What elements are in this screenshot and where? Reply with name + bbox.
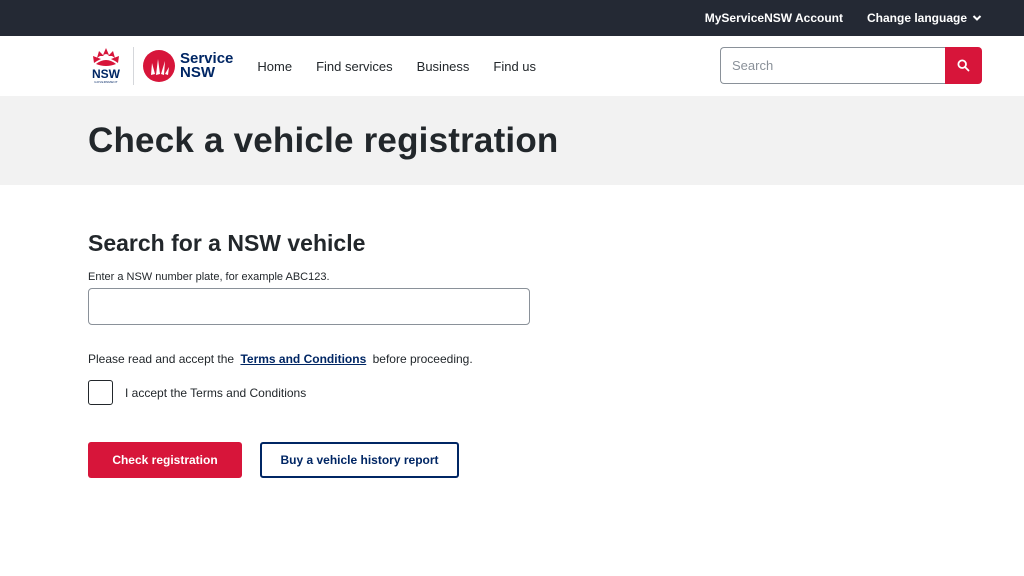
nav-find-us[interactable]: Find us xyxy=(493,59,536,74)
accept-terms-row: I accept the Terms and Conditions xyxy=(88,380,1024,405)
nsw-government-logo[interactable]: NSW GOVERNMENT xyxy=(88,46,124,86)
terms-prefix: Please read and accept the xyxy=(88,352,235,366)
site-header: NSW GOVERNMENT Service NSW Home Find ser… xyxy=(0,36,1024,96)
nav-find-services[interactable]: Find services xyxy=(316,59,393,74)
waratah-icon xyxy=(93,48,119,66)
chevron-down-icon xyxy=(972,15,982,21)
search-input[interactable] xyxy=(720,47,945,84)
form-actions: Check registration Buy a vehicle history… xyxy=(88,442,1024,478)
page-title: Check a vehicle registration xyxy=(88,120,559,160)
service-nsw-wordmark-line2: NSW xyxy=(180,64,215,81)
buy-vehicle-history-report-button[interactable]: Buy a vehicle history report xyxy=(260,442,459,478)
logo-divider xyxy=(133,47,134,85)
nsw-logo-text: NSW xyxy=(92,67,120,81)
service-nsw-wordmark: Service NSW xyxy=(180,51,233,81)
site-search xyxy=(720,47,982,84)
check-registration-button[interactable]: Check registration xyxy=(88,442,242,478)
plate-hint-label: Enter a NSW number plate, for example AB… xyxy=(88,271,330,283)
number-plate-input[interactable] xyxy=(88,288,530,325)
terms-suffix: before proceeding. xyxy=(372,352,473,366)
page-hero: Check a vehicle registration xyxy=(0,96,1024,185)
search-icon xyxy=(957,59,970,72)
utility-bar: MyServiceNSW Account Change language xyxy=(0,0,1024,36)
change-language-label: Change language xyxy=(866,11,967,25)
change-language-button[interactable]: Change language xyxy=(867,11,982,25)
service-nsw-logo[interactable]: Service NSW xyxy=(143,50,233,82)
form-heading: Search for a NSW vehicle xyxy=(88,230,366,256)
nav-home[interactable]: Home xyxy=(257,59,292,74)
search-button[interactable] xyxy=(945,47,982,84)
nav-business[interactable]: Business xyxy=(417,59,470,74)
terms-notice: Please read and accept the Terms and Con… xyxy=(88,352,1024,366)
myservicensw-account-link[interactable]: MyServiceNSW Account xyxy=(705,11,843,25)
main-navigation: Home Find services Business Find us xyxy=(257,59,560,74)
registration-check-form: Search for a NSW vehicle Enter a NSW num… xyxy=(0,185,1024,478)
terms-and-conditions-link[interactable]: Terms and Conditions xyxy=(240,352,366,366)
accept-terms-label[interactable]: I accept the Terms and Conditions xyxy=(125,386,306,400)
service-nsw-waratah-icon xyxy=(143,50,175,82)
accept-terms-checkbox[interactable] xyxy=(88,380,113,405)
nsw-logo-subtext: GOVERNMENT xyxy=(94,80,118,84)
